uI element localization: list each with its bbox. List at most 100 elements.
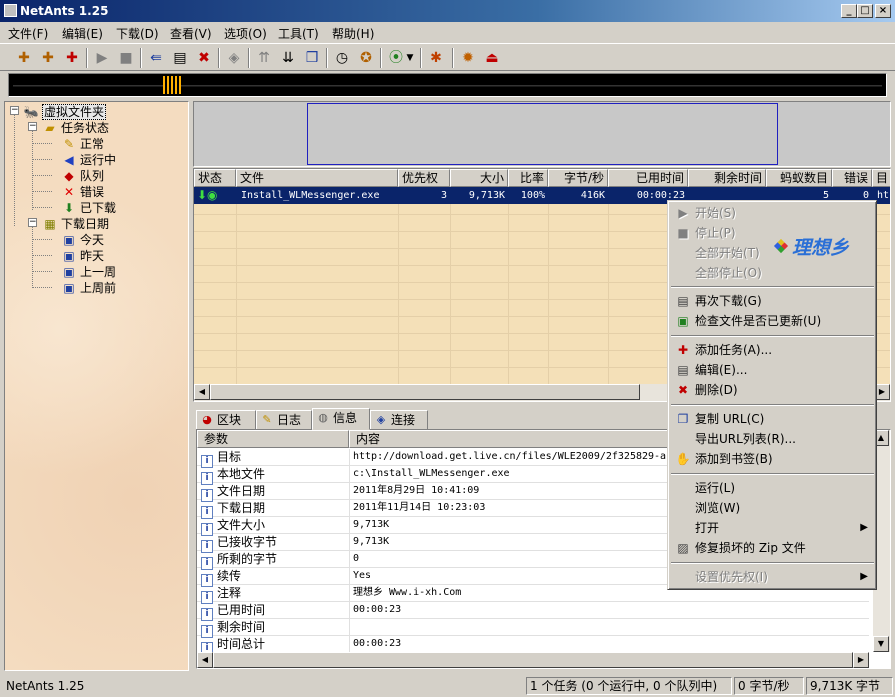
tree-task-status[interactable]: ▰ 任务状态	[42, 119, 109, 136]
menu-run[interactable]: 运行(L)	[671, 478, 874, 498]
col-errors[interactable]: 错误	[832, 169, 872, 187]
tree-item-last-week[interactable]: ▣ 上一周	[61, 263, 116, 280]
traffic-light-icon[interactable]: ⦿	[386, 48, 406, 68]
menu-start[interactable]: ▶ 开始(S)	[671, 203, 874, 223]
scroll-thumb[interactable]	[213, 652, 853, 668]
menu-edit[interactable]: 编辑(E)	[62, 25, 103, 42]
menu-view[interactable]: 查看(V)	[170, 25, 212, 42]
gear-icon[interactable]: ✹	[458, 48, 478, 68]
scroll-thumb[interactable]	[210, 384, 640, 400]
title-bar[interactable]: NetAnts 1.25 _ □ ×	[0, 0, 895, 22]
tree-download-date[interactable]: ▦ 下载日期	[42, 215, 109, 232]
tab-connections[interactable]: ◈ 连接	[370, 410, 428, 430]
downloaded-status-icon: ⬇◉	[197, 188, 218, 202]
info-row-elapsed[interactable]: i 已用时间 00:00:23	[197, 602, 869, 621]
clock-icon[interactable]: ◷	[332, 48, 352, 68]
col-speed[interactable]: 字节/秒	[548, 169, 608, 187]
col-remaining[interactable]: 剩余时间	[688, 169, 766, 187]
toolbar-separator	[140, 48, 142, 68]
ants-icon[interactable]: ✱	[426, 48, 446, 68]
collapse-status-toggle[interactable]: −	[28, 122, 37, 131]
tab-info[interactable]: ◍ 信息	[312, 408, 370, 430]
schedule-icon[interactable]: ✪	[356, 48, 376, 68]
exit-icon[interactable]: ⏏	[482, 48, 502, 68]
edit-icon[interactable]: ▤	[170, 48, 190, 68]
col-status[interactable]: 状态	[194, 169, 236, 187]
tab-log[interactable]: ✎ 日志	[256, 410, 312, 430]
col-ants[interactable]: 蚂蚁数目	[766, 169, 832, 187]
tree-root[interactable]: 🐜 虚拟文件夹	[23, 103, 107, 120]
error-x-icon: ✕	[63, 184, 75, 199]
menu-tools[interactable]: 工具(T)	[278, 25, 319, 42]
tree-item-normal[interactable]: ✎ 正常	[61, 135, 104, 152]
delete-icon: ✖	[677, 383, 689, 397]
add-task-icon: ✚	[677, 343, 689, 357]
menu-delete[interactable]: ✖ 删除(D)	[671, 380, 874, 400]
collapse-root-toggle[interactable]: −	[10, 106, 19, 115]
col-file[interactable]: 文件	[236, 169, 398, 187]
col-elapsed[interactable]: 已用时间	[608, 169, 688, 187]
tree-item-yesterday[interactable]: ▣ 昨天	[61, 247, 104, 264]
new-task-icon[interactable]: ✚	[14, 48, 34, 68]
close-button[interactable]: ×	[875, 4, 891, 18]
start-icon[interactable]: ▶	[92, 48, 112, 68]
scroll-left-button[interactable]: ◀	[197, 652, 213, 668]
info-hscrollbar[interactable]: ◀ ▶	[197, 652, 869, 668]
new-batch-icon[interactable]: ✚	[38, 48, 58, 68]
menu-set-priority[interactable]: 设置优先权(I) ▶	[671, 567, 874, 587]
scroll-right-button[interactable]: ▶	[853, 652, 869, 668]
move-down-icon[interactable]: ⇊	[278, 48, 298, 68]
add-folder-icon[interactable]: ✚	[62, 48, 82, 68]
menu-separator	[671, 473, 874, 475]
menu-check-update[interactable]: ▣ 检查文件是否已更新(U)	[671, 311, 874, 331]
menu-start-all[interactable]: 全部开始(T)	[671, 243, 874, 263]
stop-icon[interactable]: ■	[116, 48, 136, 68]
menu-redownload[interactable]: ▤ 再次下载(G)	[671, 291, 874, 311]
menu-browse[interactable]: 浏览(W)	[671, 498, 874, 518]
info-row-time-left[interactable]: i 剩余时间	[197, 619, 869, 638]
delete-icon[interactable]: ✖	[194, 48, 214, 68]
move-up-icon[interactable]: ⇈	[254, 48, 274, 68]
bookmark-icon: ✋	[675, 452, 691, 466]
menu-options[interactable]: 选项(O)	[224, 25, 267, 42]
tree-item-running[interactable]: ◀ 运行中	[61, 151, 116, 168]
menu-open[interactable]: 打开 ▶	[671, 518, 874, 538]
folder-tree: − 🐜 虚拟文件夹 − ▰ 任务状态 ✎ 正常 ◀ 运行中 ◆ 队列 ✕ 错误 ⬇ 已下载 −…	[4, 101, 189, 671]
info-col-param[interactable]: 参数	[197, 430, 349, 448]
col-size[interactable]: 大小	[450, 169, 508, 187]
menu-export-urls[interactable]: 导出URL列表(R)...	[671, 429, 874, 449]
add-url-icon[interactable]: ⇚	[146, 48, 166, 68]
toolbar-separator	[452, 48, 454, 68]
tree-item-downloaded[interactable]: ⬇ 已下载	[61, 199, 116, 216]
menu-help[interactable]: 帮助(H)	[332, 25, 374, 42]
status-bar: NetAnts 1.25 1 个任务 (0 个运行中, 0 个队列中) 0 字节…	[0, 675, 895, 697]
col-target[interactable]: 目	[872, 169, 890, 187]
info-row-total-time[interactable]: i 时间总计 00:00:23	[197, 636, 869, 655]
collapse-date-toggle[interactable]: −	[28, 218, 37, 227]
scroll-down-button[interactable]: ▼	[873, 636, 889, 652]
menu-copy-url[interactable]: ❐ 复制 URL(C)	[671, 409, 874, 429]
menu-add-task[interactable]: ✚ 添加任务(A)...	[671, 340, 874, 360]
chevron-down-icon[interactable]: ▼	[404, 48, 416, 68]
menu-repair-zip[interactable]: ▨ 修复损坏的 Zip 文件	[671, 538, 874, 558]
tree-item-today[interactable]: ▣ 今天	[61, 231, 104, 248]
menu-stop-all[interactable]: 全部停止(O)	[671, 263, 874, 283]
menu-add-bookmark[interactable]: ✋ 添加到书签(B)	[671, 449, 874, 469]
maximize-button[interactable]: □	[857, 4, 873, 18]
minimize-button[interactable]: _	[841, 4, 857, 18]
app-icon	[4, 4, 17, 17]
layers-icon[interactable]: ◈	[224, 48, 244, 68]
tab-blocks[interactable]: ◕ 区块	[196, 410, 256, 430]
tree-item-before-last-week[interactable]: ▣ 上周前	[61, 279, 116, 296]
col-priority[interactable]: 优先权	[398, 169, 450, 187]
scroll-left-button[interactable]: ◀	[194, 384, 210, 400]
menu-file[interactable]: 文件(F)	[8, 25, 48, 42]
menu-edit[interactable]: ▤ 编辑(E)...	[671, 360, 874, 380]
box-icon[interactable]: ❒	[302, 48, 322, 68]
menu-stop[interactable]: ■ 停止(P)	[671, 223, 874, 243]
stop-icon: ■	[677, 226, 689, 240]
tree-item-error[interactable]: ✕ 错误	[61, 183, 104, 200]
col-ratio[interactable]: 比率	[508, 169, 548, 187]
menu-download[interactable]: 下载(D)	[116, 25, 159, 42]
tree-item-queue[interactable]: ◆ 队列	[61, 167, 104, 184]
